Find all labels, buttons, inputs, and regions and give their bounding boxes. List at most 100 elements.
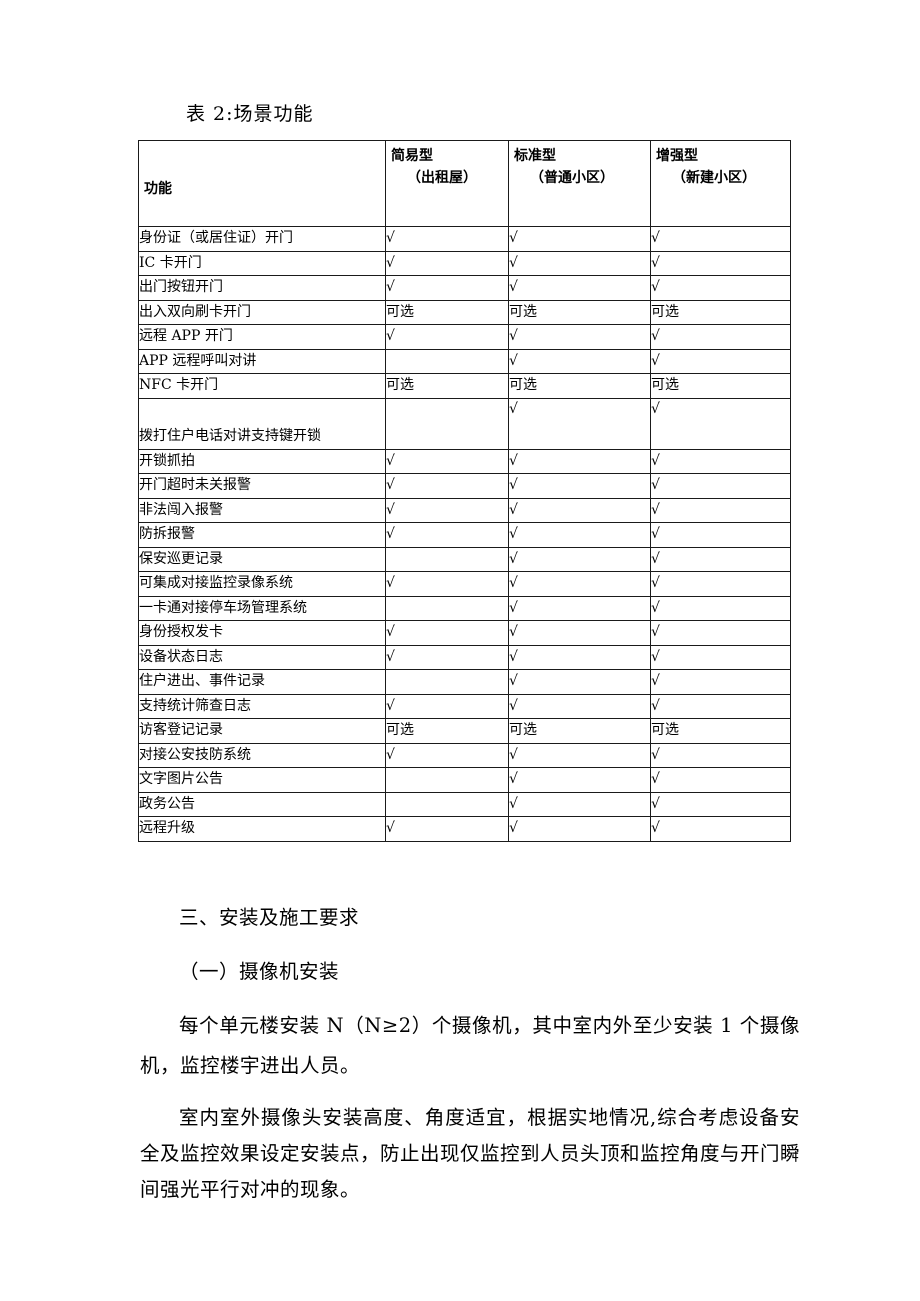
table-cell-function: 防拆报警	[138, 522, 386, 548]
table-row: 政务公告 √ √	[138, 791, 791, 817]
table-cell-value: √	[385, 497, 509, 523]
table-cell-value	[385, 595, 509, 621]
table-row: 访客登记记录 可选 可选 可选	[138, 718, 791, 744]
table-cell-value: 可选	[650, 299, 791, 325]
table-cell-value: √	[385, 644, 509, 670]
header-type-name-2: 标准型	[514, 148, 556, 164]
table-cell-function: 住户进出、事件记录	[138, 669, 386, 695]
table-cell-value: √	[508, 226, 651, 252]
table-cell-value: √	[508, 522, 651, 548]
table-cell-value: √	[650, 816, 791, 842]
table-caption: 表 2:场景功能	[186, 103, 314, 125]
table-cell-value: √	[508, 397, 651, 450]
table-cell-value: √	[650, 473, 791, 499]
table-row: 设备状态日志 √ √ √	[138, 644, 791, 670]
table-cell-value	[385, 397, 509, 450]
table-header-row: 功能 简易型 （出租屋） 标准型 （普通小区） 增强型 （新建小区）	[138, 140, 791, 227]
table-cell-value	[385, 767, 509, 793]
table-cell-value: √	[650, 250, 791, 276]
table-cell-value: √	[650, 669, 791, 695]
table-cell-function: 身份证（或居住证）开门	[138, 226, 386, 252]
header-type-scope-1: （出租屋）	[407, 169, 477, 186]
table-cell-function: 拨打住户电话对讲支持键开锁	[138, 397, 386, 450]
table-cell-value: √	[650, 742, 791, 768]
table-row: 可集成对接监控录像系统 √ √ √	[138, 571, 791, 597]
table-cell-function: 远程升级	[138, 816, 386, 842]
table-cell-value: √	[508, 620, 651, 646]
table-cell-value: √	[385, 816, 509, 842]
table-cell-value: 可选	[650, 718, 791, 744]
table-cell-value: √	[508, 348, 651, 374]
table-row: 远程 APP 开门 √ √ √	[138, 324, 791, 350]
table-row: 文字图片公告 √ √	[138, 767, 791, 793]
table-cell-value: √	[508, 693, 651, 719]
table-cell-value: √	[508, 571, 651, 597]
table-row: 身份证（或居住证）开门 √ √ √	[138, 226, 791, 252]
table-row: 拨打住户电话对讲支持键开锁 √ √	[138, 397, 791, 450]
table-cell-value: 可选	[385, 718, 509, 744]
header-type-name-1: 简易型	[391, 148, 433, 164]
header-label-type-3: 增强型 （新建小区）	[651, 141, 790, 189]
table-cell-value: √	[650, 348, 791, 374]
table-cell-value: √	[385, 324, 509, 350]
table-row: APP 远程呼叫对讲 √ √	[138, 348, 791, 374]
table-cell-value: √	[650, 226, 791, 252]
table-cell-value: √	[508, 669, 651, 695]
table-cell-function: 开锁抓拍	[138, 448, 386, 474]
table-row: 支持统计筛查日志 √ √ √	[138, 693, 791, 719]
table-row: 保安巡更记录 √ √	[138, 546, 791, 572]
table-cell-value: √	[650, 397, 791, 450]
header-type-name-3: 增强型	[656, 148, 698, 164]
table-cell-function: 非法闯入报警	[138, 497, 386, 523]
header-cell-type-3: 增强型 （新建小区）	[650, 140, 791, 227]
table-cell-function: 对接公安技防系统	[138, 742, 386, 768]
table-cell-value: √	[508, 473, 651, 499]
table-row: 非法闯入报警 √ √ √	[138, 497, 791, 523]
table-cell-value: √	[508, 644, 651, 670]
table-cell-value: √	[508, 546, 651, 572]
table-cell-value: 可选	[385, 373, 509, 399]
table-row: 远程升级 √ √ √	[138, 816, 791, 842]
table-cell-value: √	[650, 324, 791, 350]
table-cell-function: 访客登记记录	[138, 718, 386, 744]
header-label-type-1: 简易型 （出租屋）	[386, 141, 508, 189]
header-cell-function: 功能	[138, 140, 386, 227]
table-cell-function: 可集成对接监控录像系统	[138, 571, 386, 597]
table-cell-function: 保安巡更记录	[138, 546, 386, 572]
table-cell-value: √	[385, 522, 509, 548]
section-heading: 三、安装及施工要求	[179, 906, 360, 929]
table-cell-value: √	[385, 448, 509, 474]
table-cell-value: √	[650, 693, 791, 719]
table-row: 开门超时未关报警 √ √ √	[138, 473, 791, 499]
table-cell-function: 身份授权发卡	[138, 620, 386, 646]
table-cell-value: √	[650, 644, 791, 670]
table-cell-value: √	[650, 620, 791, 646]
table-cell-function: IC 卡开门	[138, 250, 386, 276]
table-cell-value: √	[508, 275, 651, 301]
table-cell-value: √	[385, 693, 509, 719]
table-cell-value	[385, 348, 509, 374]
table-cell-value: √	[385, 226, 509, 252]
table-cell-function: 政务公告	[138, 791, 386, 817]
table-cell-value: √	[385, 250, 509, 276]
table-row: 一卡通对接停车场管理系统 √ √	[138, 595, 791, 621]
header-cell-type-2: 标准型 （普通小区）	[508, 140, 651, 227]
table-cell-value: √	[650, 595, 791, 621]
table-cell-value: √	[508, 791, 651, 817]
table-cell-value: √	[508, 816, 651, 842]
table-cell-value: √	[385, 473, 509, 499]
table-cell-value: √	[650, 571, 791, 597]
table-cell-value	[385, 546, 509, 572]
table-row: 对接公安技防系统 √ √ √	[138, 742, 791, 768]
table-cell-function: 出入双向刷卡开门	[138, 299, 386, 325]
table-cell-function: NFC 卡开门	[138, 373, 386, 399]
table-cell-value: 可选	[650, 373, 791, 399]
table-cell-value: √	[385, 275, 509, 301]
table-cell-value: √	[650, 497, 791, 523]
table-row: IC 卡开门 √ √ √	[138, 250, 791, 276]
table-cell-function: 设备状态日志	[138, 644, 386, 670]
table-cell-function: 开门超时未关报警	[138, 473, 386, 499]
table-cell-function: 出门按钮开门	[138, 275, 386, 301]
table-cell-value: 可选	[508, 299, 651, 325]
table-cell-value	[385, 669, 509, 695]
